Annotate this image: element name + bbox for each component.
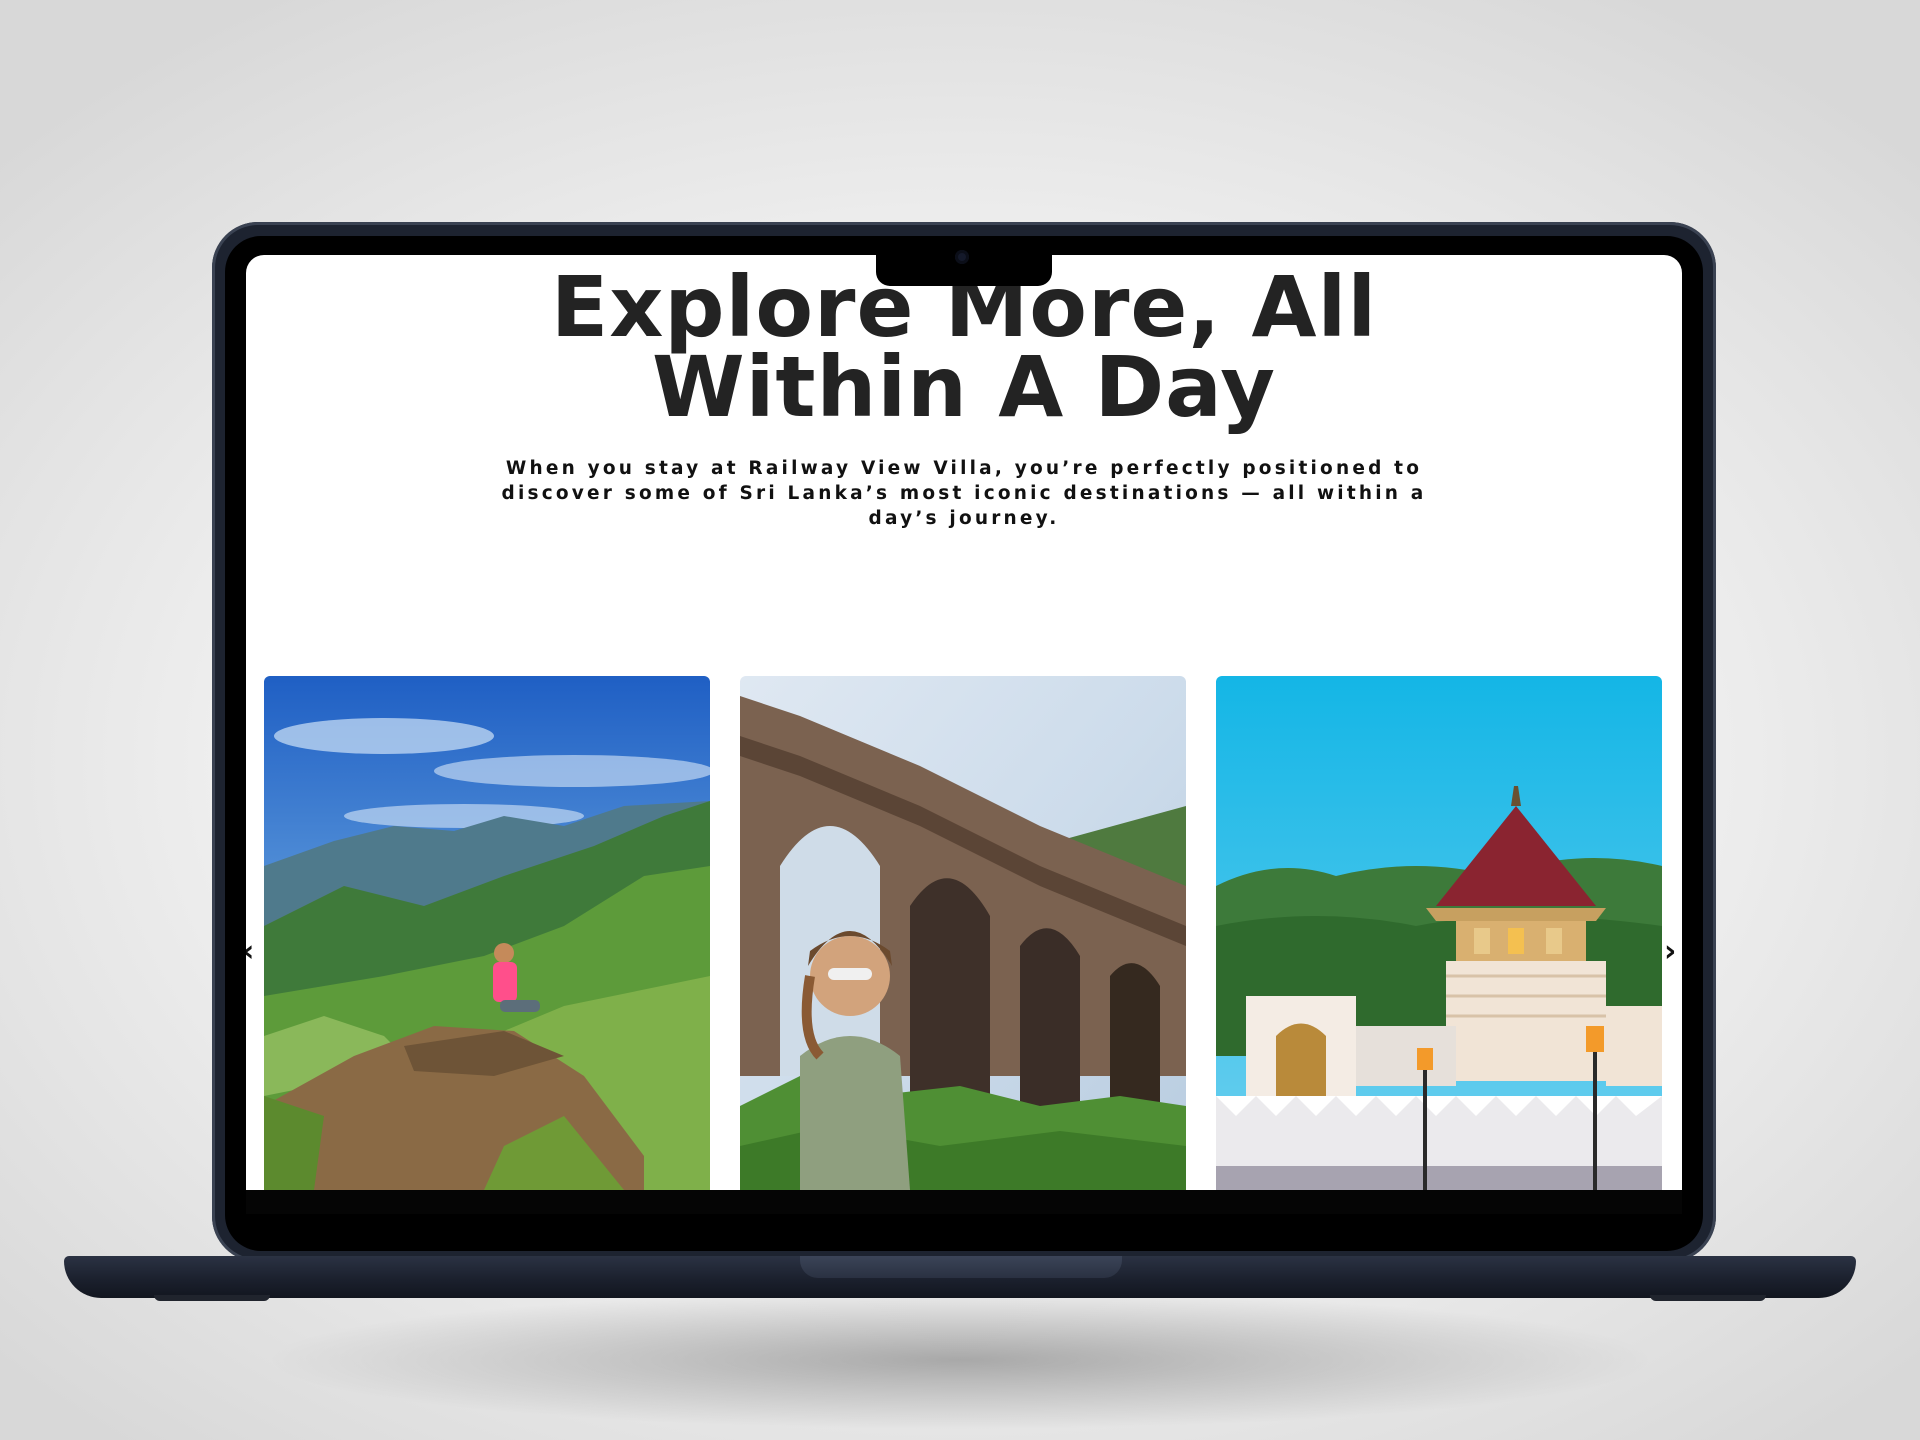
laptop-foot-left [154,1295,270,1301]
webcam [955,250,969,264]
screen-chin [246,1190,1682,1214]
carousel-prev-arrow[interactable]: ‹ [246,937,254,967]
carousel-next-arrow[interactable]: › [1664,937,1676,967]
browser-viewport: Explore More, All Within A Day When you … [246,255,1682,1190]
laptop-hinge-notch [800,1256,1122,1278]
temple-photo [1216,676,1662,1190]
intro-text: When you stay at Railway View Villa, you… [501,458,1427,529]
destination-card-mountain[interactable] [264,676,710,1190]
laptop-foot-right [1650,1295,1766,1301]
laptop-shadow [260,1290,1660,1430]
page-title: Explore More, All Within A Day [246,265,1682,429]
nine-arch-bridge-photo [740,676,1186,1190]
title-line-2: Within A Day [651,338,1277,436]
mountain-view-photo [264,676,710,1190]
destination-card-bridge[interactable] [740,676,1186,1190]
destination-card-temple[interactable] [1216,676,1662,1190]
